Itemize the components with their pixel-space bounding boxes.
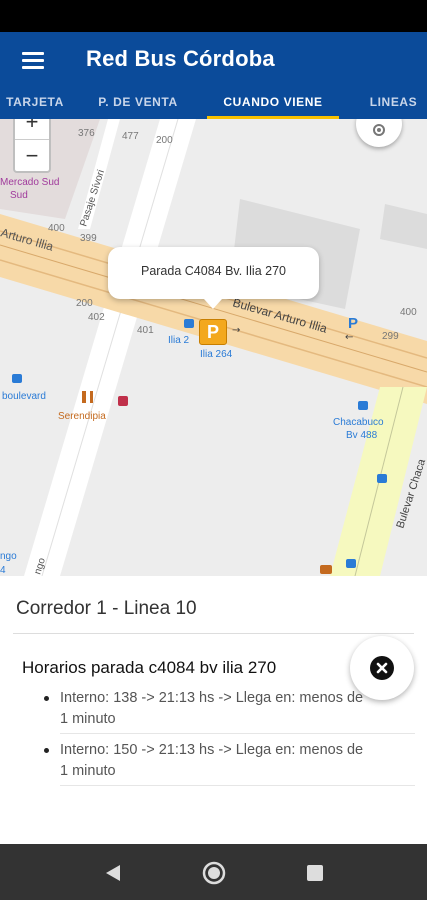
schedule-title: Horarios parada c4084 bv ilia 270 xyxy=(22,658,277,677)
divider xyxy=(13,633,414,634)
bottom-sheet: Corredor 1 - Linea 10 Horarios parada c4… xyxy=(0,576,427,844)
tab-lineas[interactable]: LINEAS xyxy=(360,88,427,119)
map-label: boulevard xyxy=(2,391,46,402)
map-label: Ilia 2 xyxy=(168,335,190,346)
arrival-line: 1 minuto xyxy=(60,763,116,779)
map-label: Serendipia xyxy=(58,411,106,422)
recents-icon[interactable] xyxy=(300,858,330,888)
list-item: Interno: 138 -> 21:13 hs -> Llega en: me… xyxy=(44,688,415,730)
map-label: 376 xyxy=(78,128,95,139)
arrival-line: Interno: 150 -> 21:13 hs -> Llega en: me… xyxy=(60,742,364,758)
popup-text: Parada C4084 Bv. Ilia 270 xyxy=(140,264,286,278)
menu-icon[interactable] xyxy=(16,48,52,74)
svg-text:P: P xyxy=(348,315,358,332)
bus-stop-icon xyxy=(346,559,356,568)
app-bar: Red Bus Córdoba xyxy=(0,32,427,88)
status-bar xyxy=(0,0,427,32)
map-label: 400 xyxy=(48,223,65,234)
map-label: Bv 488 xyxy=(346,430,378,441)
map-label: 299 xyxy=(382,331,399,342)
map-canvas: Mercado Sud Sud Arturo Illia Bulevar Art… xyxy=(0,119,427,576)
parking-icon: P xyxy=(348,315,358,332)
arrival-line: Interno: 138 -> 21:13 hs -> Llega en: me… xyxy=(60,690,364,706)
map-label: Sud xyxy=(10,190,28,201)
map-label: 200 xyxy=(76,298,93,309)
tab-cuando-viene[interactable]: CUANDO VIENE xyxy=(207,88,339,119)
map-label: Chacabuco xyxy=(333,417,384,428)
home-icon[interactable] xyxy=(199,858,229,888)
shop-icon xyxy=(118,396,128,406)
oneway-arrow-icon: ← xyxy=(345,332,353,343)
zoom-in-button[interactable]: + xyxy=(15,119,49,137)
map-label: 400 xyxy=(400,307,417,318)
tab-bar: TARJETA P. DE VENTA CUANDO VIENE LINEAS xyxy=(0,88,427,119)
arrival-line: 1 minuto xyxy=(60,711,116,727)
app-title: Red Bus Córdoba xyxy=(86,46,275,71)
divider xyxy=(60,785,415,786)
bullet xyxy=(44,696,49,701)
list-item: Interno: 150 -> 21:13 hs -> Llega en: me… xyxy=(44,740,415,782)
tab-tarjeta[interactable]: TARJETA xyxy=(0,88,70,119)
zoom-control: + − xyxy=(13,119,51,173)
map-label: 200 xyxy=(156,135,173,146)
bus-stop-icon xyxy=(184,319,194,328)
locate-icon xyxy=(373,124,385,136)
route-title: Corredor 1 - Linea 10 xyxy=(16,598,197,619)
oneway-arrow-icon: → xyxy=(232,325,240,336)
system-nav-bar xyxy=(0,844,427,900)
bus-stop-icon xyxy=(358,401,368,410)
bullet xyxy=(44,748,49,753)
zoom-out-button[interactable]: − xyxy=(15,141,49,171)
back-icon[interactable] xyxy=(98,858,128,888)
map-label: 399 xyxy=(80,233,97,244)
divider xyxy=(60,733,415,734)
map-label: ngo xyxy=(0,551,17,562)
bus-stop-icon xyxy=(12,374,22,383)
map-label: 402 xyxy=(88,312,105,323)
map-label: 401 xyxy=(137,325,154,336)
map-label: 4 xyxy=(0,565,6,576)
popup-tip xyxy=(204,299,222,309)
shop-icon xyxy=(320,565,332,574)
close-x-glyph xyxy=(376,662,388,674)
stop-marker[interactable]: P xyxy=(199,319,227,345)
bus-stop-icon xyxy=(377,474,387,483)
map-label: Ilia 264 xyxy=(200,349,233,360)
map-label: 477 xyxy=(122,131,139,142)
tab-puntos-de-venta[interactable]: P. DE VENTA xyxy=(88,88,188,119)
map-view[interactable]: Mercado Sud Sud Arturo Illia Bulevar Art… xyxy=(0,119,427,576)
map-label: Mercado Sud xyxy=(0,177,59,188)
stop-popup[interactable]: Parada C4084 Bv. Ilia 270 xyxy=(108,247,319,309)
